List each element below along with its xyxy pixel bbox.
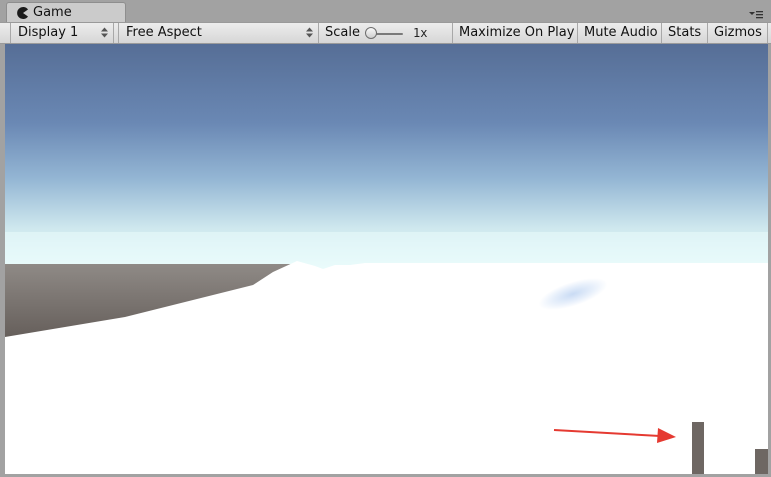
dropdown-arrows-icon — [306, 27, 313, 38]
pillar-left — [692, 422, 704, 474]
stats-label: Stats — [668, 25, 702, 40]
aspect-label: Free Aspect — [126, 25, 202, 40]
gizmos-label: Gizmos — [714, 25, 762, 40]
game-view[interactable] — [5, 44, 768, 474]
aspect-dropdown[interactable]: Free Aspect — [118, 23, 319, 43]
tab-title: Game — [33, 5, 72, 20]
scale-control: Scale 1x — [319, 23, 453, 43]
display-dropdown[interactable]: Display 1 — [10, 23, 114, 43]
maximize-on-play-label: Maximize On Play — [459, 25, 575, 40]
game-toolbar: Display 1 Free Aspect Scale 1x Maximize … — [0, 22, 771, 44]
pillar-right — [755, 449, 768, 474]
stats-toggle[interactable]: Stats — [662, 23, 708, 43]
pacman-icon — [17, 7, 28, 19]
mute-audio-label: Mute Audio — [584, 25, 658, 40]
maximize-on-play-toggle[interactable]: Maximize On Play — [453, 23, 578, 43]
gizmos-toggle[interactable]: Gizmos — [708, 23, 768, 43]
scene-render — [5, 44, 768, 474]
scale-label: Scale — [325, 25, 360, 40]
mute-audio-toggle[interactable]: Mute Audio — [578, 23, 662, 43]
tab-bar: Game — [0, 0, 771, 22]
tab-game[interactable]: Game — [6, 2, 126, 22]
dropdown-arrows-icon — [101, 27, 108, 38]
window-menu-icon[interactable] — [749, 9, 763, 21]
display-label: Display 1 — [18, 25, 79, 40]
scale-value: 1x — [413, 26, 428, 40]
scale-slider-thumb[interactable] — [365, 27, 377, 39]
